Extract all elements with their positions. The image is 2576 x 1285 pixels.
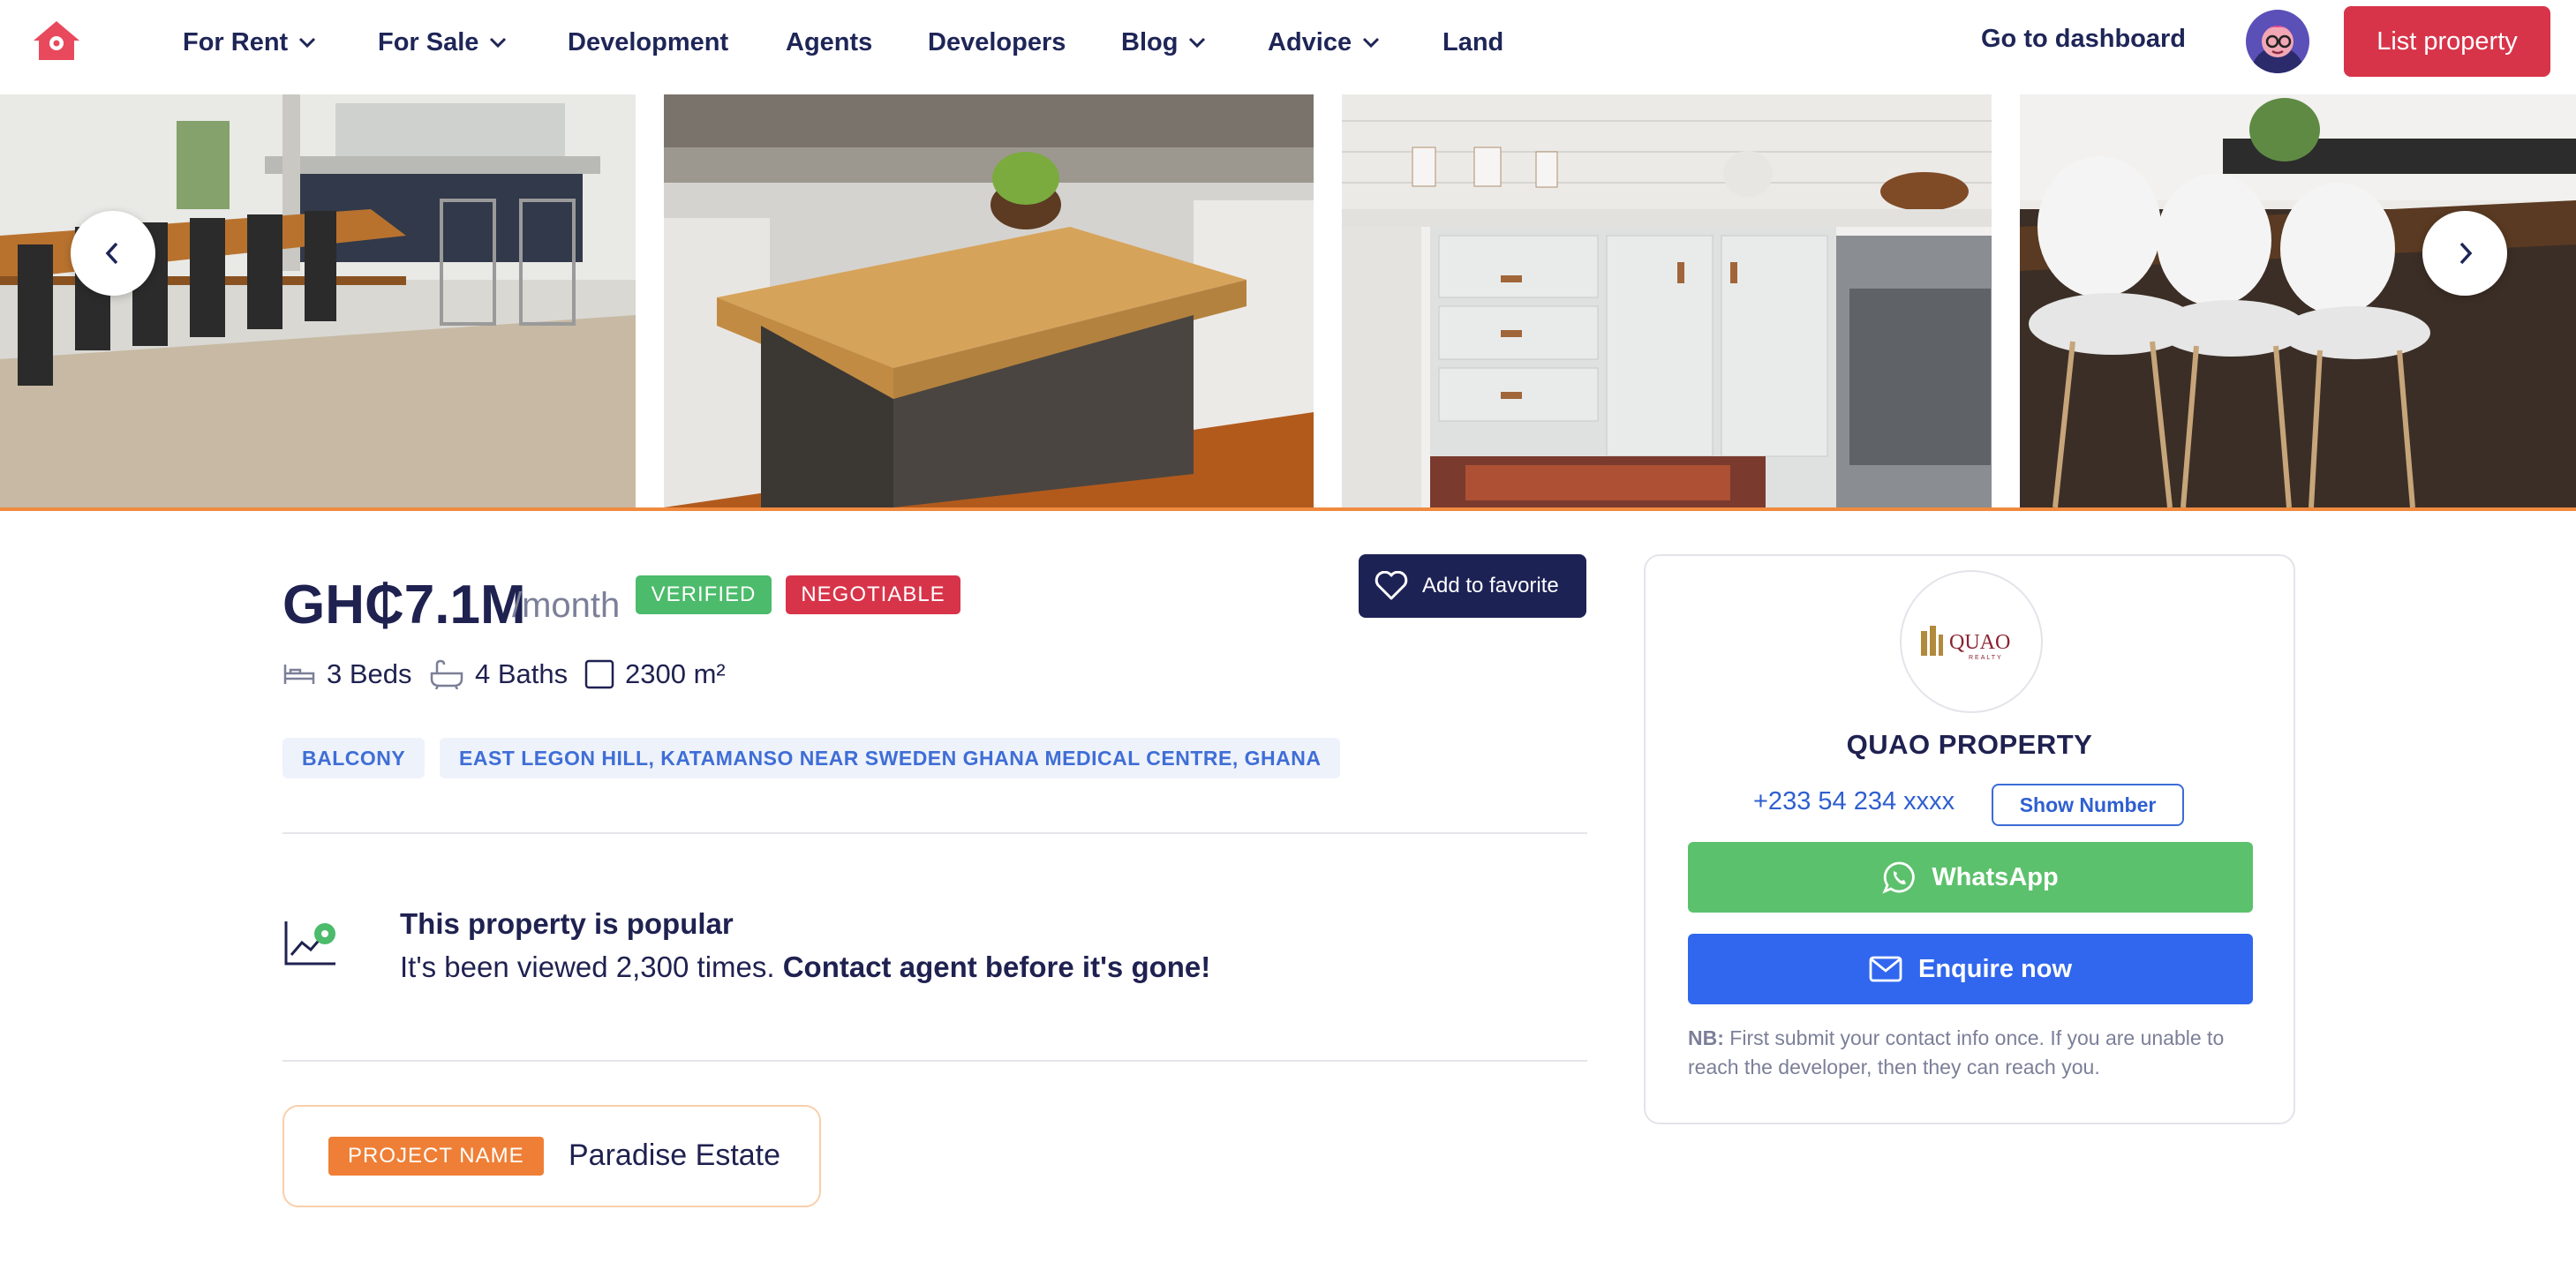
- agent-name[interactable]: QUAO PROPERTY: [1646, 729, 2294, 761]
- negotiable-badge: NEGOTIABLE: [786, 575, 960, 614]
- agency-logo-text: QUAO: [1949, 631, 2010, 654]
- divider: [282, 832, 1587, 834]
- enquire-now-label: Enquire now: [1918, 954, 2072, 983]
- nav-advice[interactable]: Advice: [1268, 25, 1380, 60]
- agent-contact-card: QUAO REALTY QUAO PROPERTY +233 54 234 xx…: [1644, 554, 2295, 1124]
- chevron-down-icon: [1363, 37, 1380, 49]
- agency-logo-icon: QUAO REALTY: [1921, 626, 2010, 661]
- add-to-favorite-button[interactable]: Add to favorite: [1359, 554, 1586, 618]
- agency-logo-subtext: REALTY: [1969, 655, 2003, 661]
- project-name-box: PROJECT NAME Paradise Estate: [282, 1105, 821, 1207]
- project-name-value[interactable]: Paradise Estate: [569, 1138, 780, 1173]
- popular-title: This property is popular: [400, 907, 734, 940]
- avatar[interactable]: [2246, 10, 2309, 73]
- divider: [282, 1060, 1587, 1062]
- nav-advice-label: Advice: [1268, 27, 1352, 56]
- feature-beds: 3 Beds: [282, 657, 412, 692]
- feature-baths: 4 Baths: [429, 657, 568, 692]
- nav-development-label: Development: [568, 27, 729, 56]
- gallery-prev-button[interactable]: [71, 211, 155, 296]
- agent-logo[interactable]: QUAO REALTY: [1900, 570, 2043, 713]
- nav-blog[interactable]: Blog: [1121, 25, 1206, 60]
- note-prefix: NB:: [1688, 1026, 1724, 1049]
- chevron-right-icon: [2459, 242, 2473, 265]
- nav-agents[interactable]: Agents: [786, 25, 872, 60]
- price-period: /month: [512, 586, 621, 625]
- gallery-photo-dining-room[interactable]: [0, 94, 636, 507]
- verified-badge: VERIFIED: [636, 575, 772, 614]
- add-to-favorite-label: Add to favorite: [1422, 574, 1559, 597]
- gallery-photo-kitchen-island[interactable]: [664, 94, 1314, 507]
- note-text: First submit your contact info once. If …: [1688, 1026, 2225, 1078]
- contact-note: NB: First submit your contact info once.…: [1688, 1024, 2271, 1082]
- beds-label: 3 Beds: [327, 658, 412, 689]
- tag-balcony: BALCONY: [282, 738, 426, 778]
- nav-agents-label: Agents: [786, 27, 873, 56]
- tag-location: EAST LEGON HILL, KATAMANSO NEAR SWEDEN G…: [440, 738, 1341, 778]
- nav-for-rent-label: For Rent: [183, 27, 289, 56]
- whatsapp-button[interactable]: WhatsApp: [1688, 842, 2253, 913]
- nav-blog-label: Blog: [1121, 27, 1179, 56]
- user-avatar-icon: [2246, 10, 2309, 73]
- enquire-now-button[interactable]: Enquire now: [1688, 934, 2253, 1004]
- nav-development[interactable]: Development: [568, 25, 728, 60]
- chevron-down-icon: [490, 37, 507, 49]
- area-square-icon: [584, 659, 614, 689]
- list-property-button[interactable]: List property: [2344, 6, 2550, 77]
- chevron-left-icon: [105, 242, 118, 265]
- nav-for-rent[interactable]: For Rent: [183, 25, 316, 60]
- nav-land-label: Land: [1442, 27, 1504, 56]
- popular-views-text: It's been viewed 2,300 times.: [400, 951, 775, 983]
- heart-icon: [1375, 571, 1408, 600]
- nav-developers[interactable]: Developers: [928, 25, 1066, 60]
- popular-cta-text: Contact agent before it's gone!: [782, 951, 1211, 983]
- gallery-photo-white-kitchen[interactable]: [1342, 94, 1992, 507]
- show-number-button[interactable]: Show Number: [1992, 784, 2184, 826]
- baths-label: 4 Baths: [475, 658, 569, 689]
- bathtub-icon: [430, 659, 463, 689]
- nav-for-sale-label: For Sale: [378, 27, 479, 56]
- home-pin-icon[interactable]: [32, 19, 81, 64]
- chevron-down-icon: [299, 37, 316, 49]
- nav-land[interactable]: Land: [1442, 25, 1503, 60]
- popular-text: It's been viewed 2,300 times. Contact ag…: [400, 951, 1210, 984]
- project-name-label: PROJECT NAME: [328, 1137, 544, 1176]
- chevron-down-icon: [1189, 37, 1206, 49]
- listing-price: GH₵7.1M: [282, 575, 526, 635]
- whatsapp-label: WhatsApp: [1932, 862, 2059, 891]
- photo-gallery: [0, 94, 2576, 511]
- bed-icon: [283, 665, 315, 684]
- area-label: 2300 m²: [625, 658, 726, 689]
- mail-icon: [1869, 956, 1902, 982]
- nav-developers-label: Developers: [928, 27, 1066, 56]
- nav-for-sale[interactable]: For Sale: [378, 25, 507, 60]
- whatsapp-icon: [1882, 861, 1916, 894]
- top-navbar: For Rent For Sale Development Agents Dev…: [0, 0, 2576, 94]
- gallery-next-button[interactable]: [2422, 211, 2507, 296]
- agent-phone: +233 54 234 xxxx: [1753, 787, 1955, 815]
- trending-chart-icon: [284, 921, 335, 966]
- go-to-dashboard-link[interactable]: Go to dashboard: [1981, 25, 2186, 54]
- gallery-photo-kitchen-chairs[interactable]: [2020, 94, 2576, 507]
- feature-area: 2300 m²: [584, 657, 726, 692]
